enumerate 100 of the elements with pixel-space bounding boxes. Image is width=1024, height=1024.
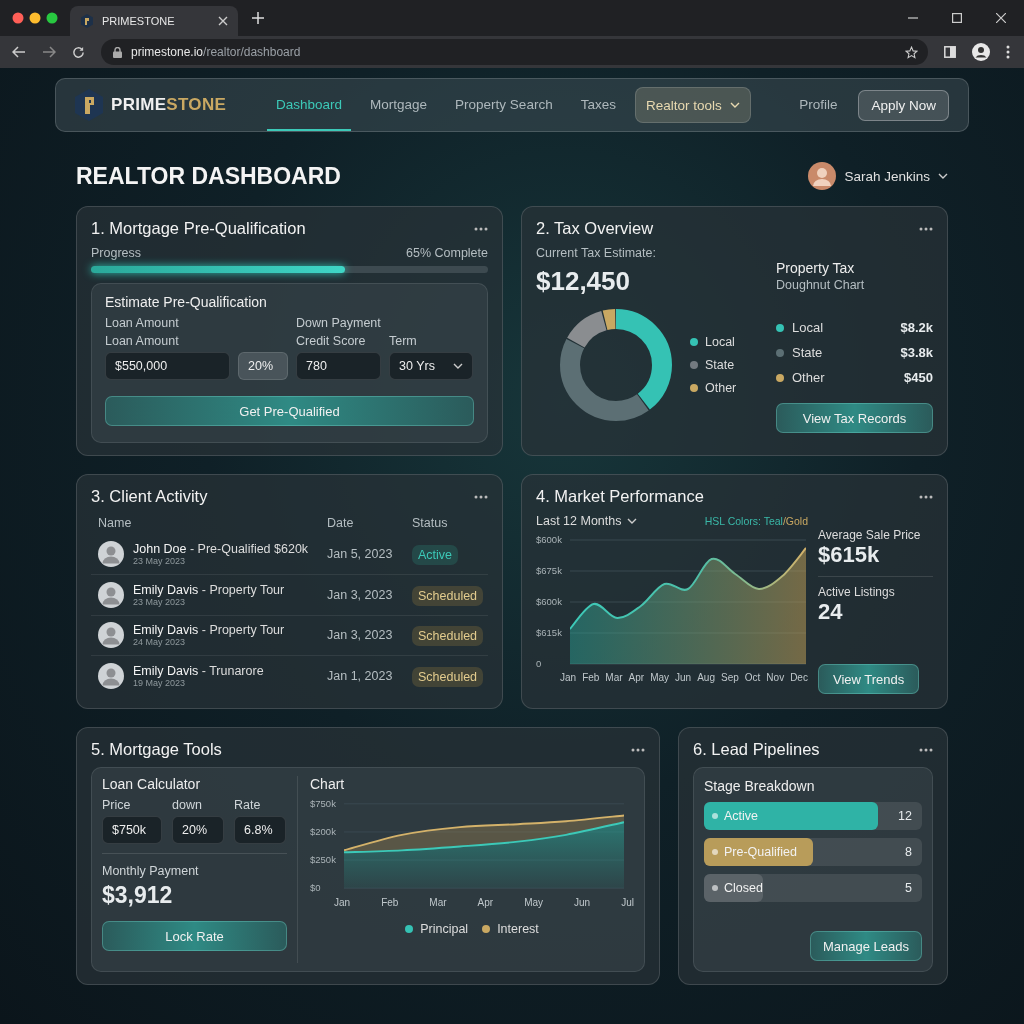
axis-label: May bbox=[524, 897, 544, 908]
table-cell-text: Jan 3, 2023 bbox=[327, 628, 394, 643]
more-icon[interactable] bbox=[919, 747, 933, 752]
maximize-icon[interactable] bbox=[952, 13, 962, 23]
more-icon[interactable] bbox=[631, 747, 645, 752]
axis-label: Mar bbox=[605, 672, 623, 683]
legend-label: Principal bbox=[420, 922, 469, 936]
axis-label: Feb bbox=[582, 672, 600, 683]
section-title: Property Tax bbox=[776, 260, 856, 276]
client-activity: Emily Davis - Property Tour bbox=[133, 623, 285, 638]
lock-icon bbox=[113, 46, 122, 58]
axis-label: Nov bbox=[766, 672, 785, 683]
column-header: Status bbox=[412, 516, 449, 530]
close-icon[interactable] bbox=[218, 16, 228, 26]
axis-label: $750k bbox=[310, 798, 337, 810]
tax-amount: $3.8k bbox=[900, 345, 933, 360]
axis-label: Jan bbox=[334, 897, 351, 908]
chart-note: HSL Colors: Teal bbox=[704, 515, 783, 527]
term-select[interactable]: 30 Yrs bbox=[389, 352, 473, 380]
input-field[interactable]: $750k bbox=[102, 816, 162, 844]
axis-label: May bbox=[650, 672, 670, 683]
client-activity: John Doe - Pre-Qualified $620k bbox=[133, 541, 309, 556]
more-icon[interactable] bbox=[474, 494, 488, 499]
tax-category: Local bbox=[792, 320, 825, 335]
more-icon[interactable] bbox=[919, 494, 933, 499]
nav-link[interactable]: Dashboard bbox=[267, 79, 352, 131]
legend-label: Interest bbox=[497, 922, 539, 936]
axis-label: $0 bbox=[310, 882, 322, 894]
manage-leads-button[interactable]: Manage Leads bbox=[810, 931, 922, 961]
apply-now-button[interactable]: Apply Now bbox=[858, 89, 949, 121]
section-subtitle: Doughnut Chart bbox=[776, 278, 866, 292]
stat-value: 24 bbox=[818, 599, 844, 625]
axis-label: Oct bbox=[744, 672, 761, 683]
lock-rate-button[interactable]: Lock Rate bbox=[102, 921, 287, 951]
tax-category: State bbox=[792, 345, 824, 360]
tax-amount: $8.2k bbox=[900, 320, 933, 335]
card-title: 5. Mortgage Tools bbox=[91, 740, 222, 759]
progress-label: Progress bbox=[91, 246, 142, 260]
card-title: 1. Mortgage Pre-Qualification bbox=[91, 219, 306, 238]
user-menu[interactable]: Sarah Jenkins bbox=[808, 162, 948, 190]
more-icon[interactable] bbox=[474, 226, 488, 231]
axis-label: $600k bbox=[536, 596, 563, 608]
input-field[interactable]: 20% bbox=[172, 816, 224, 844]
avatar-icon bbox=[98, 581, 124, 608]
caret-icon bbox=[453, 363, 463, 369]
column-header: Date bbox=[327, 516, 355, 530]
nav-link[interactable]: Mortgage bbox=[361, 79, 437, 131]
stage-label: Active bbox=[712, 809, 759, 823]
axis-label: Jul bbox=[621, 897, 634, 908]
axis-label: Sep bbox=[721, 672, 739, 683]
star-icon[interactable] bbox=[905, 45, 918, 59]
sidebar-icon[interactable] bbox=[944, 46, 956, 58]
activity-date: 24 May 2023 bbox=[133, 637, 187, 648]
axis-label: Jan bbox=[560, 672, 577, 683]
address-field[interactable]: primestone.io/realtor/dashboard bbox=[101, 39, 928, 65]
stage-label: Pre-Qualified bbox=[712, 845, 797, 859]
browser-tab[interactable]: PRIMESTONE bbox=[70, 6, 238, 36]
card-title: 6. Lead Pipelines bbox=[693, 740, 820, 759]
forward-icon[interactable] bbox=[42, 46, 56, 58]
stage-count: 5 bbox=[905, 881, 912, 895]
view-trends-button[interactable]: View Trends bbox=[818, 664, 920, 694]
stage-count: 12 bbox=[898, 809, 912, 823]
legend-label: State bbox=[705, 358, 735, 372]
axis-label: $250k bbox=[310, 854, 337, 866]
status-badge: Scheduled bbox=[412, 585, 484, 606]
profile-link[interactable]: Profile bbox=[790, 79, 847, 131]
panel-title: Chart bbox=[310, 776, 346, 792]
client-activity: Emily Davis - Trunarore bbox=[133, 664, 264, 679]
caret-icon bbox=[627, 518, 638, 524]
view-tax-records-button[interactable]: View Tax Records bbox=[776, 403, 933, 433]
axis-label: Jun bbox=[574, 897, 591, 908]
avatar-icon bbox=[98, 663, 124, 690]
get-pre-qualified-button[interactable]: Get Pre-Qualified bbox=[105, 396, 474, 426]
avatar-icon bbox=[98, 622, 124, 649]
logo-icon bbox=[75, 89, 103, 121]
window-controls-icon[interactable] bbox=[12, 12, 58, 24]
close-icon[interactable] bbox=[996, 13, 1006, 23]
range-dropdown[interactable]: Last 12 Months bbox=[536, 514, 638, 528]
activity-date: 23 May 2023 bbox=[133, 596, 187, 607]
axis-label: Feb bbox=[381, 897, 399, 908]
realtor-tools-menu[interactable]: Realtor tools bbox=[634, 87, 751, 123]
progress-text: 65% Complete bbox=[406, 246, 488, 260]
back-icon[interactable] bbox=[12, 46, 26, 58]
card-title: 3. Client Activity bbox=[91, 487, 208, 506]
profile-icon[interactable] bbox=[972, 43, 990, 61]
input-field[interactable]: 20% bbox=[238, 352, 288, 380]
monthly-payment: $3,912 bbox=[102, 882, 174, 909]
more-icon[interactable] bbox=[919, 226, 933, 231]
axis-label: $200k bbox=[310, 826, 337, 838]
input-field[interactable]: 780 bbox=[296, 352, 381, 380]
menu-icon[interactable] bbox=[1006, 45, 1010, 59]
input-field[interactable]: $550,000 bbox=[105, 352, 230, 380]
new-tab-icon[interactable] bbox=[252, 12, 264, 24]
reload-icon[interactable] bbox=[72, 45, 85, 59]
axis-label: $615k bbox=[536, 627, 563, 639]
nav-link[interactable]: Property Search bbox=[446, 79, 562, 131]
input-field[interactable]: 6.8% bbox=[234, 816, 286, 844]
caret-icon bbox=[729, 102, 740, 108]
nav-link[interactable]: Taxes bbox=[571, 79, 625, 131]
activity-date: 23 May 2023 bbox=[133, 555, 187, 566]
